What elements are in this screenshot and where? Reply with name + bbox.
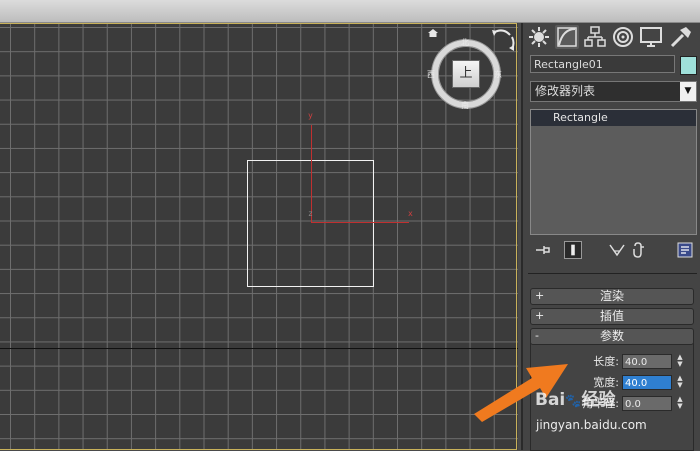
home-icon[interactable] [428,29,438,37]
object-color-swatch[interactable] [680,56,697,75]
corner-radius-input[interactable]: 0.0 [622,396,672,411]
y-axis-label: y [308,111,313,120]
watermark-logo-suffix: 经验 [581,390,616,410]
object-name-field[interactable]: Rectangle01 [530,55,675,73]
z-axis-label: z [308,209,313,218]
x-axis-label: x [408,209,413,218]
curve-icon[interactable] [555,25,579,49]
sun-icon[interactable] [527,25,551,49]
command-panel-tabs [523,23,700,51]
rollout-parameters-label: 参数 [599,329,624,343]
compass-east[interactable]: 东 [494,69,502,80]
watermark-logo: Bai🐾经验 [535,390,616,410]
stack-toolbar [530,239,697,263]
x-axis-gizmo[interactable] [311,222,409,223]
modifier-list-dropdown[interactable]: 修改器列表 ▼ [530,81,697,102]
compass-north[interactable]: 北 [461,37,469,48]
y-axis-gizmo[interactable] [311,125,312,222]
rollout-render-toggle[interactable]: + [535,289,544,303]
modifier-stack[interactable]: Rectangle [530,109,697,235]
corner-radius-spinner[interactable]: ▲ ▼ [675,396,685,411]
horizon-line [0,348,518,349]
compass-south[interactable]: 南 [461,100,469,111]
display-icon[interactable] [639,25,663,49]
hammer-icon[interactable] [669,25,693,49]
pin-icon[interactable] [534,241,552,259]
show-end-result-icon[interactable] [564,241,582,259]
compass-west[interactable]: 西 [427,69,435,80]
length-label: 长度: [593,355,619,368]
rollout-parameters-toggle[interactable]: - [535,329,539,343]
configure-icon[interactable] [676,241,694,259]
watermark-logo-text: Bai [535,390,566,410]
hierarchy-icon[interactable] [583,25,607,49]
watermark-url: jingyan.baidu.com [536,418,647,432]
rollout-interpolation-label: 插值 [599,309,624,323]
top-title-bar [0,0,700,23]
viewcube-top-face[interactable]: 上 [452,60,480,88]
top-viewport[interactable]: y x z 上 北 南 西 东 [0,23,518,450]
rollout-render-label: 渲染 [599,289,624,303]
modifier-list-label: 修改器列表 [535,84,596,98]
rollout-interpolation-toggle[interactable]: + [535,309,544,323]
panel-separator [528,273,697,274]
motion-icon[interactable] [611,25,635,49]
make-unique-icon[interactable] [608,241,626,259]
width-input[interactable]: 40.0 [622,375,672,390]
length-input[interactable]: 40.0 [622,354,672,369]
length-spinner[interactable]: ▲ ▼ [675,354,685,369]
rollout-render[interactable]: + 渲染 [530,288,694,305]
stack-item-rectangle[interactable]: Rectangle [531,110,696,126]
chevron-down-icon[interactable]: ▼ [680,82,696,101]
remove-modifier-icon[interactable] [630,241,648,259]
rollout-interpolation[interactable]: + 插值 [530,308,694,325]
width-spinner[interactable]: ▲ ▼ [675,375,685,390]
rotate-view-icon[interactable] [490,27,516,53]
